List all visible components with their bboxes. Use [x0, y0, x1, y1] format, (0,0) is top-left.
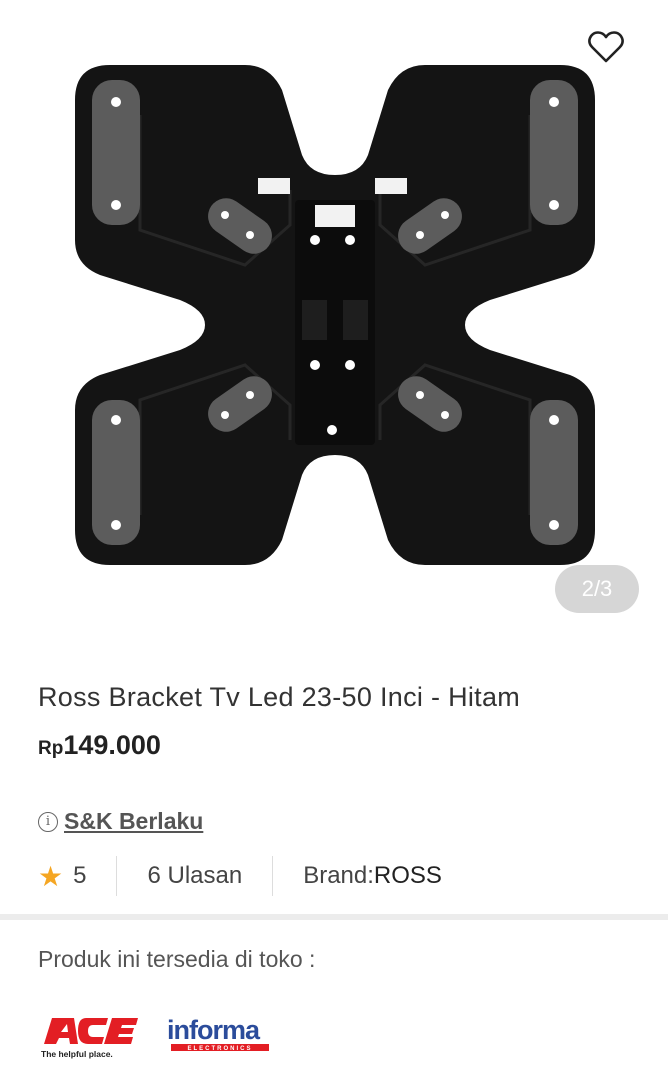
informa-sub: ELECTRONICS	[187, 1046, 252, 1052]
price-amount: 149.000	[63, 730, 161, 760]
terms-label[interactable]: S&K Berlaku	[64, 808, 203, 835]
product-meta-row: ★ 5 6 Ulasan Brand: ROSS	[38, 856, 442, 896]
ace-store-logo[interactable]: The helpful place.	[38, 1010, 148, 1062]
image-pager-indicator: 2/3	[555, 565, 639, 613]
divider	[272, 856, 274, 896]
product-price: Rp149.000	[38, 730, 161, 761]
rating-value: 5	[73, 862, 87, 889]
product-title: Ross Bracket Tv Led 23-50 Inci - Hitam	[38, 682, 521, 712]
star-icon: ★	[38, 860, 64, 892]
heart-outline-icon	[588, 31, 624, 63]
terms-link[interactable]: i S&K Berlaku	[38, 808, 203, 835]
informa-electronics-store-logo[interactable]: informa ELECTRONICS	[165, 1012, 275, 1057]
product-image-tv-bracket	[75, 65, 595, 565]
brand-value: ROSS	[373, 862, 442, 889]
brand-label: Brand:	[303, 862, 374, 889]
info-icon: i	[38, 811, 58, 832]
product-image-gallery[interactable]: 2/3	[0, 0, 668, 640]
price-currency: Rp	[38, 738, 64, 759]
wishlist-button[interactable]	[582, 24, 630, 70]
store-availability-heading: Produk ini tersedia di toko :	[38, 946, 316, 972]
divider	[116, 856, 118, 896]
ace-tagline: The helpful place.	[41, 1049, 113, 1059]
reviews-link[interactable]: 6 Ulasan	[147, 862, 242, 890]
section-divider	[0, 914, 668, 920]
informa-name: informa	[167, 1015, 261, 1045]
